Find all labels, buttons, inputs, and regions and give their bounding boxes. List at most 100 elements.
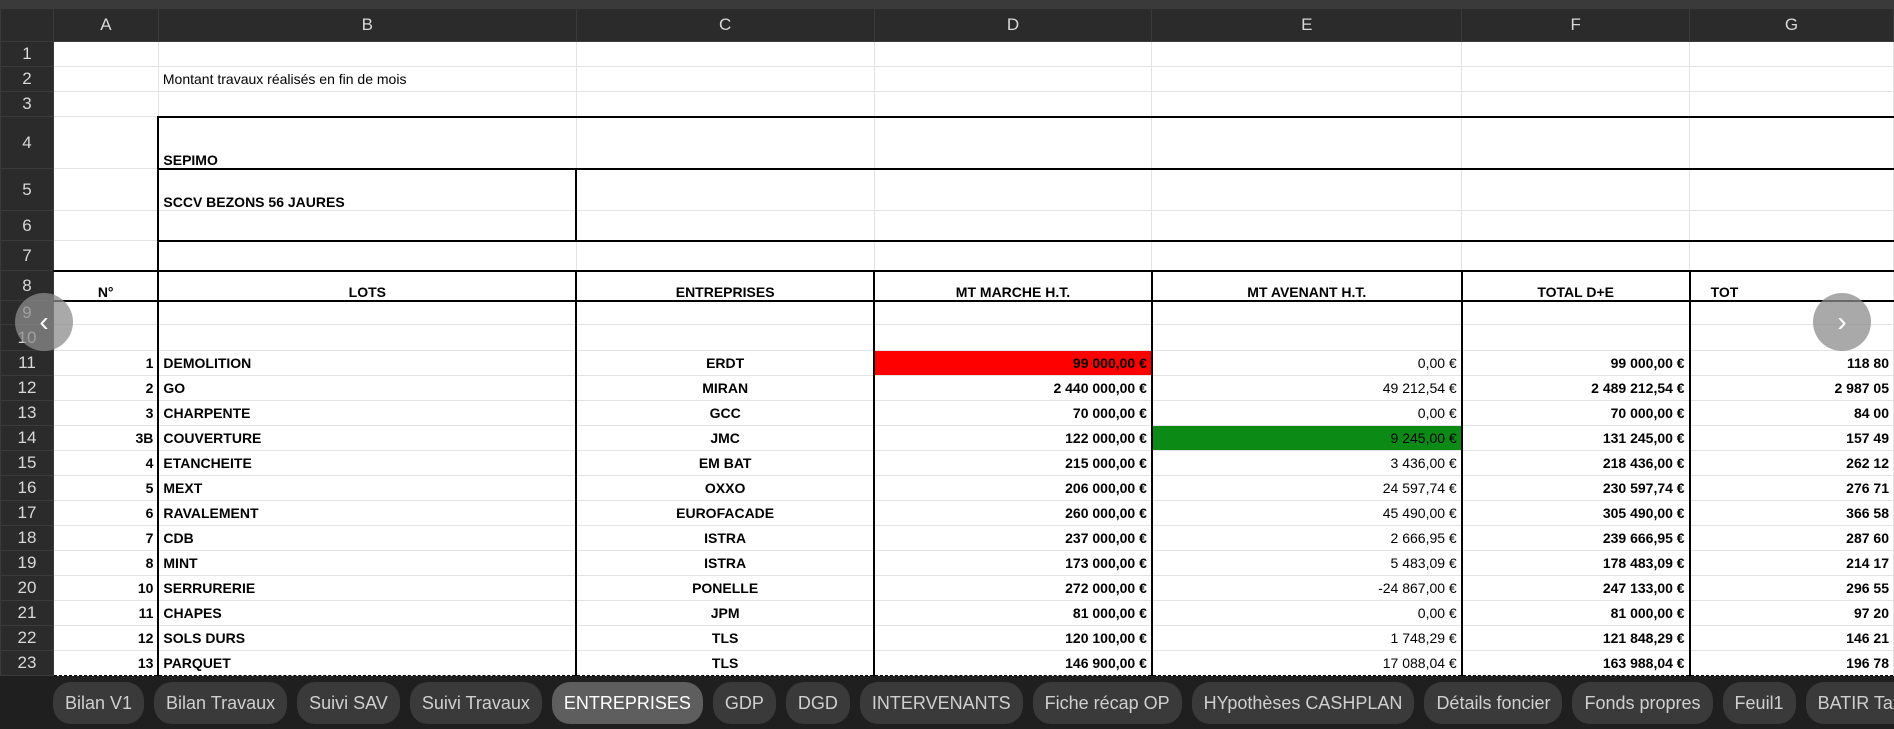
- row-header[interactable]: 23: [0, 650, 54, 676]
- header-tot[interactable]: TOT: [1688, 269, 1894, 302]
- entreprise[interactable]: GCC: [575, 400, 875, 426]
- total-g[interactable]: 146 21: [1688, 625, 1894, 651]
- lot-number[interactable]: 6: [52, 500, 159, 526]
- row-header[interactable]: 6: [0, 210, 54, 241]
- mt-marche[interactable]: 122 000,00 €: [873, 425, 1153, 451]
- sheet-tab-active[interactable]: ENTREPRISES: [551, 681, 703, 724]
- cell[interactable]: [873, 66, 1153, 92]
- column-header-a[interactable]: A: [52, 8, 159, 42]
- cell[interactable]: [575, 115, 875, 169]
- mt-marche[interactable]: 215 000,00 €: [873, 450, 1153, 476]
- sheet-tab[interactable]: Fonds propres: [1572, 681, 1713, 724]
- row-header[interactable]: 13: [0, 400, 54, 426]
- total-de[interactable]: 99 000,00 €: [1460, 350, 1691, 376]
- cell[interactable]: [873, 167, 1153, 211]
- cell[interactable]: [873, 324, 1153, 351]
- lot-number[interactable]: 5: [52, 475, 159, 501]
- cell[interactable]: [157, 239, 577, 271]
- row-header[interactable]: 16: [0, 475, 54, 501]
- entreprise[interactable]: TLS: [575, 625, 875, 651]
- cell[interactable]: [575, 300, 875, 325]
- mt-avenant[interactable]: 1 748,29 €: [1150, 625, 1463, 651]
- lot-number[interactable]: 11: [52, 600, 159, 626]
- cell[interactable]: [575, 210, 875, 241]
- spreadsheet-grid[interactable]: A B C D E F G 1 2 Montant travaux réalis…: [0, 8, 1894, 676]
- total-de[interactable]: 70 000,00 €: [1460, 400, 1691, 426]
- cell[interactable]: [52, 240, 159, 271]
- cell[interactable]: [873, 300, 1153, 325]
- sheet-tab[interactable]: Détails foncier: [1424, 681, 1563, 724]
- mt-avenant[interactable]: 3 436,00 €: [1150, 450, 1463, 476]
- cell[interactable]: [1689, 210, 1894, 241]
- project-title-cell[interactable]: SCCV BEZONS 56 JAURES: [157, 167, 577, 211]
- cell[interactable]: [1151, 41, 1463, 67]
- cell[interactable]: [575, 41, 875, 67]
- lot-number[interactable]: 3: [52, 400, 159, 426]
- lot-name[interactable]: PARQUET: [157, 650, 577, 676]
- mt-avenant[interactable]: -24 867,00 €: [1150, 575, 1463, 601]
- total-de[interactable]: 218 436,00 €: [1460, 450, 1691, 476]
- lot-name[interactable]: ETANCHEITE: [157, 450, 577, 476]
- cell[interactable]: [575, 66, 875, 92]
- mt-avenant[interactable]: 0,00 €: [1150, 400, 1463, 426]
- sheet-tab[interactable]: Bilan V1: [53, 681, 145, 724]
- lot-name[interactable]: GO: [157, 375, 577, 401]
- cell[interactable]: [1461, 239, 1691, 271]
- entreprise[interactable]: ERDT: [575, 350, 875, 376]
- cell[interactable]: [1151, 66, 1463, 92]
- total-g[interactable]: 296 55: [1688, 575, 1894, 601]
- mt-marche[interactable]: 237 000,00 €: [873, 525, 1153, 551]
- lot-name[interactable]: CHARPENTE: [157, 400, 577, 426]
- sheet-tab[interactable]: Feuil1: [1722, 681, 1796, 724]
- cell[interactable]: [1460, 324, 1691, 351]
- row-header[interactable]: 15: [0, 450, 54, 476]
- sheet-tab[interactable]: Suivi Travaux: [409, 681, 542, 724]
- total-de[interactable]: 121 848,29 €: [1460, 625, 1691, 651]
- cell[interactable]: [1689, 167, 1894, 211]
- cell[interactable]: [873, 115, 1153, 169]
- lot-number[interactable]: 1: [52, 350, 159, 376]
- header-total-de[interactable]: TOTAL D+E: [1460, 269, 1691, 302]
- total-g[interactable]: 84 00: [1688, 400, 1894, 426]
- row-header[interactable]: 20: [0, 575, 54, 601]
- entreprise[interactable]: EUROFACADE: [575, 500, 875, 526]
- cell[interactable]: [1150, 324, 1463, 351]
- column-header-g[interactable]: G: [1689, 8, 1894, 42]
- total-g[interactable]: 287 60: [1688, 525, 1894, 551]
- row-header[interactable]: 19: [0, 550, 54, 576]
- cell[interactable]: [873, 210, 1153, 241]
- mt-marche[interactable]: 206 000,00 €: [873, 475, 1153, 501]
- sheet-tab[interactable]: HYpothèses CASHPLAN: [1191, 681, 1415, 724]
- cell[interactable]: [1151, 167, 1463, 211]
- mt-marche[interactable]: 260 000,00 €: [873, 500, 1153, 526]
- header-entreprises[interactable]: ENTREPRISES: [575, 269, 875, 302]
- lot-name[interactable]: SERRURERIE: [157, 575, 577, 601]
- row-header[interactable]: 1: [0, 41, 54, 67]
- cell[interactable]: [1689, 66, 1894, 92]
- lot-number[interactable]: 12: [52, 625, 159, 651]
- lot-number[interactable]: 3B: [52, 425, 159, 451]
- mt-avenant[interactable]: 9 245,00 €: [1150, 425, 1463, 451]
- cell[interactable]: [575, 324, 875, 351]
- lot-number[interactable]: 13: [52, 650, 159, 676]
- lot-name[interactable]: COUVERTURE: [157, 425, 577, 451]
- lot-number[interactable]: 4: [52, 450, 159, 476]
- column-header-c[interactable]: C: [575, 8, 875, 42]
- lot-name[interactable]: MINT: [157, 550, 577, 576]
- cell[interactable]: [52, 116, 159, 169]
- cell[interactable]: [1151, 91, 1463, 117]
- lot-name[interactable]: SOLS DURS: [157, 625, 577, 651]
- row-header[interactable]: 11: [0, 350, 54, 376]
- select-all-corner[interactable]: [0, 8, 54, 42]
- cell[interactable]: [52, 168, 159, 211]
- cell[interactable]: [1461, 91, 1691, 117]
- cell[interactable]: [1689, 239, 1894, 271]
- total-g[interactable]: 157 49: [1688, 425, 1894, 451]
- total-g[interactable]: 214 17: [1688, 550, 1894, 576]
- mt-avenant[interactable]: 49 212,54 €: [1150, 375, 1463, 401]
- lot-name[interactable]: RAVALEMENT: [157, 500, 577, 526]
- cell[interactable]: [157, 91, 577, 117]
- row-header[interactable]: 14: [0, 425, 54, 451]
- cell[interactable]: [575, 239, 875, 271]
- lot-number[interactable]: 8: [52, 550, 159, 576]
